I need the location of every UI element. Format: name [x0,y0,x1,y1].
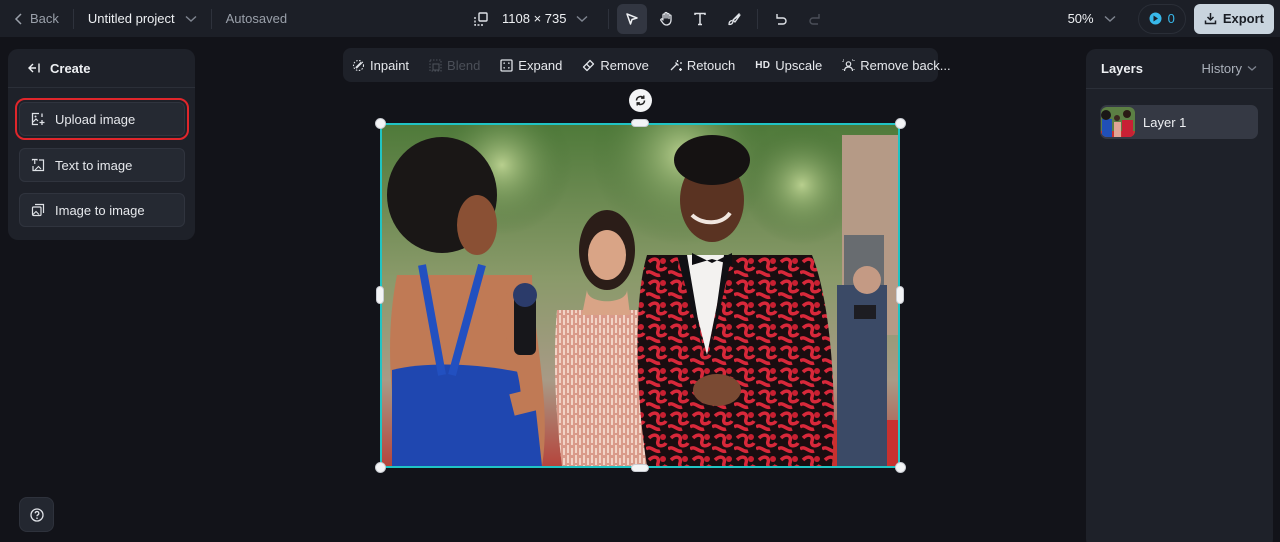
top-bar: Back Untitled project Autosaved 1108 × 7… [0,0,1280,37]
create-panel: Create Upload image Text to image Image … [8,49,195,240]
credits-badge[interactable]: 0 [1137,3,1186,34]
resize-handle-left[interactable] [376,286,384,304]
inpaint-icon [352,59,365,72]
chevron-down-icon [576,15,588,23]
retouch-label: Retouch [686,57,736,73]
expand-icon [500,58,513,72]
resize-canvas-button[interactable] [466,4,496,34]
credits-count: 0 [1167,11,1175,26]
credits-icon [1149,12,1162,25]
eraser-icon [582,59,595,72]
rotate-icon [634,94,647,107]
project-title: Untitled project [87,11,175,26]
resize-handle-bottom-right[interactable] [895,462,906,473]
blend-label: Blend [447,57,481,73]
retouch-icon [669,59,682,72]
project-title-dropdown[interactable]: Untitled project [88,11,197,26]
upload-image-icon [31,112,45,126]
inpaint-button[interactable]: Inpaint [352,58,409,73]
resize-icon [474,11,488,26]
layer-item[interactable]: Layer 1 [1100,105,1258,139]
remove-background-icon [842,59,855,72]
upload-image-label: Upload image [55,111,136,127]
text-to-image-button[interactable]: Text to image [19,148,185,182]
layers-panel-header: Layers History [1086,49,1273,89]
history-dropdown[interactable]: History [1202,61,1257,76]
edit-toolbar: Inpaint Blend Expand Remove Retouch HD U… [343,48,951,82]
help-icon [29,507,44,522]
resize-handle-right[interactable] [896,286,904,304]
expand-button[interactable]: Expand [500,58,562,73]
chevron-down-icon [1247,65,1257,72]
canvas-size-dropdown[interactable]: 1108 × 735 [502,11,588,26]
chevron-down-icon [185,15,197,23]
image-to-image-button[interactable]: Image to image [19,193,185,227]
download-icon [1204,12,1217,25]
zoom-level-dropdown[interactable]: 50% [1068,11,1116,26]
upscale-label: Upscale [775,57,823,73]
rotate-handle[interactable] [629,89,652,112]
select-tool[interactable] [617,3,648,34]
hand-icon [659,11,674,26]
text-icon [693,12,707,26]
remove-background-label: Remove back... [860,57,951,73]
blend-icon [429,58,442,72]
export-label: Export [1222,11,1264,26]
undo-icon [774,12,788,26]
collapse-left-icon[interactable] [27,62,40,74]
resize-handle-bottom-left[interactable] [375,462,386,473]
zoom-level: 50% [1067,11,1094,26]
canvas-photo [382,125,898,466]
pointer-icon [625,12,639,26]
layer-thumbnail [1101,107,1135,137]
divider [210,8,212,29]
back-label: Back [30,11,59,26]
resize-handle-top-left[interactable] [375,118,386,129]
canvas-image-layer[interactable] [380,123,900,468]
brush-icon [727,12,742,26]
image-to-image-label: Image to image [55,202,145,218]
chevron-left-icon [14,12,24,25]
brush-tool[interactable] [719,4,749,34]
redo-button[interactable] [800,4,830,34]
expand-label: Expand [518,57,563,73]
remove-button[interactable]: Remove [582,57,649,73]
chevron-down-icon [1104,15,1116,23]
divider [608,8,610,29]
remove-label: Remove [600,57,649,73]
resize-handle-top-right[interactable] [895,118,906,129]
blend-button[interactable]: Blend [429,58,480,73]
divider [72,8,74,29]
history-label: History [1201,61,1242,76]
resize-handle-bottom[interactable] [631,464,649,472]
save-status: Autosaved [225,11,288,26]
text-tool[interactable] [685,4,715,34]
divider [757,8,759,29]
redo-icon [808,12,822,26]
hand-tool[interactable] [651,4,681,34]
layers-title: Layers [1101,61,1143,76]
remove-background-button[interactable]: Remove back... [842,57,951,73]
upload-image-button[interactable]: Upload image [15,98,189,140]
upscale-button[interactable]: HD Upscale [755,58,822,73]
text-to-image-label: Text to image [55,157,133,173]
resize-handle-top[interactable] [631,119,649,127]
image-to-image-icon [31,203,45,217]
help-button[interactable] [19,497,54,532]
export-button[interactable]: Export [1193,3,1274,34]
inpaint-label: Inpaint [370,57,410,73]
layers-panel: Layers History Layer 1 [1086,49,1273,542]
back-button[interactable]: Back [14,11,59,26]
undo-button[interactable] [766,4,796,34]
canvas-size: 1108 × 735 [502,11,567,26]
text-to-image-icon [31,158,45,172]
retouch-button[interactable]: Retouch [669,58,735,73]
create-panel-title: Create [50,60,91,76]
layer-name: Layer 1 [1143,114,1187,130]
hd-icon: HD [755,59,771,71]
create-panel-header[interactable]: Create [8,49,195,88]
